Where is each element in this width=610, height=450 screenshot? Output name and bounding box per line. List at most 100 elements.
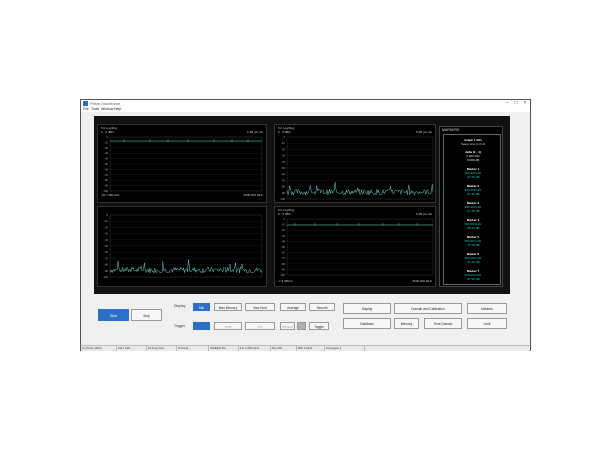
markers-button[interactable]: Markers [467,303,507,314]
graph-1-svg: 0-10-20-30-40-50-60-70-80-90-100 [103,135,263,193]
start-button[interactable]: Start [98,309,129,321]
display-button-max-memory[interactable]: Max Memory [214,303,242,311]
y-tick: -10 [104,140,108,144]
y-tick: -80 [281,262,285,266]
y-tick: -70 [104,173,108,177]
trigger-button-manual[interactable]: Manual [280,322,295,330]
panel-footer-right: 5000.000 MHz [412,279,432,283]
menu-help[interactable]: Help [114,107,121,112]
status-cell: CH1 S21 ... [117,346,147,351]
panel-footer-left: -50.7 dBm/Hz [101,193,120,197]
y-tick: -50 [281,245,285,249]
status-cell: BW 1 MHz [297,346,325,351]
panel-footer-left: -7.3 dBm/s [278,279,293,283]
display-button-max-hold[interactable]: Max Hold [245,303,275,311]
menu-file[interactable]: File [83,107,89,112]
trigger-button-limit[interactable]: Limit [214,322,242,330]
status-cell: SWEEP Ru [209,346,239,351]
y-tick: -60 [104,250,108,254]
graph-panel-3[interactable]: 5.0 Log/Rng 0 - 0 dBm 5 dB per div 0 -10-… [274,124,436,203]
y-tick: -20 [281,228,285,232]
domain-and-calibration-button[interactable]: Domain and Calibration [394,303,462,314]
y-tick: -70 [104,256,108,260]
status-cell: (c) Prism 2022 [81,346,117,351]
y-tick: -90 [104,184,108,188]
status-cell: 10 Freq Cal [147,346,177,351]
status-cell: IF band... [177,346,209,351]
trigger-button-mode-4[interactable] [297,322,306,330]
status-cell: Averages 1 [325,346,365,351]
y-tick: -80 [104,178,108,182]
display-button-min[interactable]: Min [193,303,210,311]
y-tick: 0 [284,135,286,139]
y-tick: -10 [281,141,285,145]
marker-level: -75.56 dB [466,243,480,247]
markers-list: Graph 1 S21 Swept sine 0-3 Hz delta (1 -… [443,134,501,285]
trigger-button-toggle[interactable]: Toggle [309,322,329,330]
y-tick: -20 [104,146,108,150]
main-window: Prism Mainframe – □ × File Tools Window … [80,99,531,351]
marker-level: -97.56 dB [466,260,480,264]
display-button-smooth[interactable]: Smooth [309,303,335,311]
y-tick: -30 [104,232,108,236]
window-title: Prism Mainframe [90,101,121,106]
graph-panel-4[interactable]: 5.0 Log/Rng 0 - 0 dBm 5 dB per div 0 -10-… [274,206,436,287]
y-tick: -10 [281,223,285,227]
graph-2-svg: 0 -10 -20 -30 -40 -50 -60 -70 -80 -90 -100 [103,213,263,279]
display-area: 5.0 Log/Rng 0 - 0 dBm 5 dB per div 0 -10-… [94,116,510,294]
y-tick: -50 [104,244,108,248]
title-bar: Prism Mainframe – □ × [81,100,530,107]
stop-button[interactable]: Stop [131,309,162,321]
y-tick: -30 [281,154,285,158]
y-tick: -40 [104,157,108,161]
y-tick: -40 [104,238,108,242]
menu-tools[interactable]: Tools [91,107,99,112]
status-cell: FC 2.250 GHz [239,346,271,351]
limit-button[interactable]: Limit [467,318,507,329]
display-button-average[interactable]: Average [280,303,306,311]
menu-window[interactable]: Window [101,107,113,112]
trigger-button-ext[interactable]: Ext [245,322,275,330]
y-tick: -100 [280,197,286,201]
y-tick: 0 [284,217,286,221]
panel-footer-right: 5000.000 MHz [243,193,263,197]
graph-3-svg: 0 -10 -20 -30 -40 -50 -60 -70 -80 -90 -100 [280,135,434,201]
app-icon [83,101,88,106]
display-label: Display [174,304,186,308]
menu-bar: File Tools Window Help [81,107,530,112]
y-tick: -80 [281,185,285,189]
database-button[interactable]: Database [343,318,391,329]
y-tick: 0 [107,135,109,139]
marker-level: -97.56 dB [466,277,480,281]
y-tick: -80 [104,263,108,267]
y-tick: -50 [104,162,108,166]
y-tick: -90 [281,267,285,271]
graph-panel-2[interactable]: 0 -10 -20 -30 -40 -50 -60 -70 -80 -90 -100 [97,206,267,287]
graph-sub: Swept sine 0-3 Hz [460,142,486,146]
marker-level: -97.56 dB [466,192,480,196]
trace-line [286,181,434,196]
y-tick: -90 [104,269,108,273]
graph-4-svg: 0 -10-20 -30-40 -50 -60-70 -80-90 -100 [280,217,434,277]
trigger-button-mode-0[interactable] [193,322,210,330]
y-tick: -50 [281,166,285,170]
y-tick: -70 [281,178,285,182]
display-button[interactable]: Display [343,303,391,314]
y-tick: -90 [281,191,285,195]
y-tick: -30 [281,234,285,238]
marker-level: -95.33 dB [466,226,480,230]
time-domain-button[interactable]: Time Domain [424,318,462,329]
y-tick: -20 [281,147,285,151]
marker-level: 0.000 dB [466,158,479,162]
y-tick: -70 [281,256,285,260]
graph-panel-1[interactable]: 5.0 Log/Rng 0 - 0 dBm 5 dB per div 0 -10-… [97,124,267,203]
y-tick: -60 [281,172,285,176]
memory-button[interactable]: Memory [394,318,419,329]
y-tick: -60 [104,167,108,171]
y-tick: -30 [104,151,108,155]
status-cell: Pts 201 [271,346,297,351]
close-icon[interactable]: × [520,100,530,107]
y-tick: -60 [281,251,285,255]
y-tick: -40 [281,160,285,164]
y-tick: -20 [104,225,108,229]
